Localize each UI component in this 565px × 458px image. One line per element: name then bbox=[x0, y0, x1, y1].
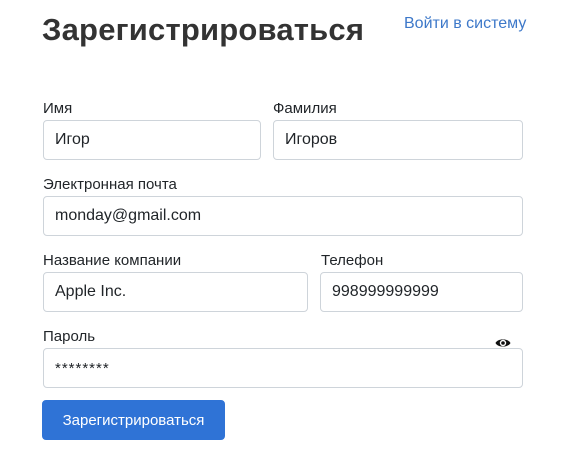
page-title: Зарегистрироваться bbox=[42, 12, 365, 47]
company-label: Название компании bbox=[43, 252, 182, 269]
password-field[interactable] bbox=[43, 348, 523, 388]
company-field[interactable] bbox=[43, 272, 308, 312]
login-link[interactable]: Войти в систему bbox=[404, 15, 526, 33]
eye-icon[interactable] bbox=[494, 336, 511, 350]
last-name-label: Фамилия bbox=[273, 100, 337, 117]
password-label: Пароль bbox=[43, 328, 96, 345]
first-name-label: Имя bbox=[43, 100, 73, 117]
signup-page: Зарегистрироваться Войти в систему Имя Ф… bbox=[0, 0, 565, 458]
phone-label: Телефон bbox=[321, 252, 384, 269]
phone-field[interactable] bbox=[320, 272, 523, 312]
email-label: Электронная почта bbox=[43, 176, 177, 193]
register-button[interactable]: Зарегистрироваться bbox=[42, 400, 225, 440]
eye-icon-glyph bbox=[495, 339, 510, 347]
first-name-field[interactable] bbox=[43, 120, 261, 160]
last-name-field[interactable] bbox=[273, 120, 523, 160]
email-field[interactable] bbox=[43, 196, 523, 236]
